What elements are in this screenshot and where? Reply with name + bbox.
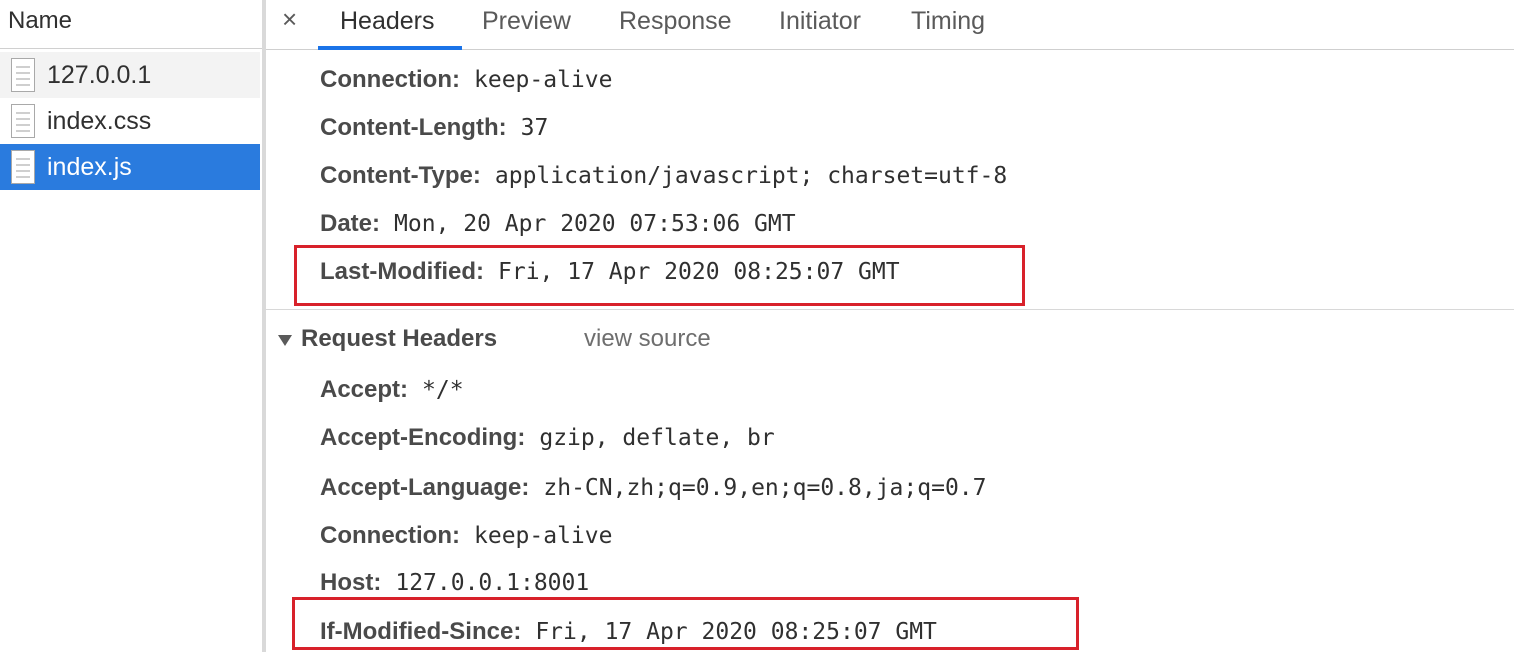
tab-headers[interactable]: Headers bbox=[340, 7, 435, 36]
response-header-row: Date: Mon, 20 Apr 2020 07:53:06 GMT bbox=[320, 210, 796, 237]
header-value: Mon, 20 Apr 2020 07:53:06 GMT bbox=[394, 211, 796, 237]
header-value: 127.0.0.1:8001 bbox=[395, 570, 590, 596]
header-value: application/javascript; charset=utf-8 bbox=[494, 163, 1008, 189]
document-icon bbox=[11, 58, 35, 92]
header-value: keep-alive bbox=[474, 67, 613, 93]
header-key: Content-Length bbox=[320, 114, 499, 141]
details-tab-bar: × Headers Preview Response Initiator Tim… bbox=[266, 0, 1514, 50]
header-key: Accept-Encoding bbox=[320, 424, 518, 451]
tab-response[interactable]: Response bbox=[619, 7, 732, 36]
section-divider bbox=[266, 309, 1514, 310]
tab-timing[interactable]: Timing bbox=[911, 7, 985, 36]
header-key: Content-Type bbox=[320, 162, 473, 189]
request-header-row: Host: 127.0.0.1:8001 bbox=[320, 569, 590, 596]
header-key: Connection bbox=[320, 522, 452, 549]
tab-preview[interactable]: Preview bbox=[482, 7, 571, 36]
header-key: Date bbox=[320, 210, 373, 237]
response-header-row: Content-Type: application/javascript; ch… bbox=[320, 162, 1008, 189]
header-value: gzip, deflate, br bbox=[539, 425, 775, 451]
header-key: Accept-Language bbox=[320, 474, 522, 501]
file-name: 127.0.0.1 bbox=[47, 60, 152, 89]
panel-resize-divider[interactable] bbox=[262, 0, 266, 652]
header-value: */* bbox=[422, 377, 464, 403]
section-title: Request Headers bbox=[301, 325, 498, 352]
request-headers-toggle[interactable]: Request Headers bbox=[278, 325, 497, 353]
close-icon[interactable]: × bbox=[282, 4, 297, 35]
header-value: 37 bbox=[520, 115, 549, 141]
highlight-box-last-modified bbox=[294, 245, 1025, 306]
header-key: Host bbox=[320, 569, 374, 596]
highlight-box-if-modified-since bbox=[292, 597, 1079, 650]
header-key: Connection bbox=[320, 66, 452, 93]
file-name: index.js bbox=[47, 152, 132, 181]
header-value: zh-CN,zh;q=0.9,en;q=0.8,ja;q=0.7 bbox=[543, 475, 987, 501]
file-row-127-0-0-1[interactable]: 127.0.0.1 bbox=[0, 52, 260, 98]
active-tab-indicator bbox=[318, 46, 462, 50]
response-header-row: Connection: keep-alive bbox=[320, 66, 613, 93]
header-value: keep-alive bbox=[474, 523, 613, 549]
document-icon bbox=[11, 150, 35, 184]
header-key: Accept bbox=[320, 376, 401, 403]
request-header-row: Accept-Encoding: gzip, deflate, br bbox=[320, 424, 775, 451]
name-column-header[interactable]: Name bbox=[0, 0, 262, 49]
disclosure-triangle-icon bbox=[278, 334, 292, 346]
tab-initiator[interactable]: Initiator bbox=[779, 7, 861, 36]
request-header-row: Accept: */* bbox=[320, 376, 464, 403]
request-header-row: Connection: keep-alive bbox=[320, 522, 613, 549]
document-icon bbox=[11, 104, 35, 138]
response-header-row: Content-Length: 37 bbox=[320, 114, 549, 141]
file-row-index-js[interactable]: index.js bbox=[0, 144, 260, 190]
file-row-index-css[interactable]: index.css bbox=[0, 98, 260, 144]
view-source-link[interactable]: view source bbox=[584, 325, 711, 353]
file-list-panel: Name 127.0.0.1 index.css index.js bbox=[0, 0, 262, 652]
file-name: index.css bbox=[47, 106, 152, 135]
request-header-row: Accept-Language: zh-CN,zh;q=0.9,en;q=0.8… bbox=[320, 474, 987, 501]
